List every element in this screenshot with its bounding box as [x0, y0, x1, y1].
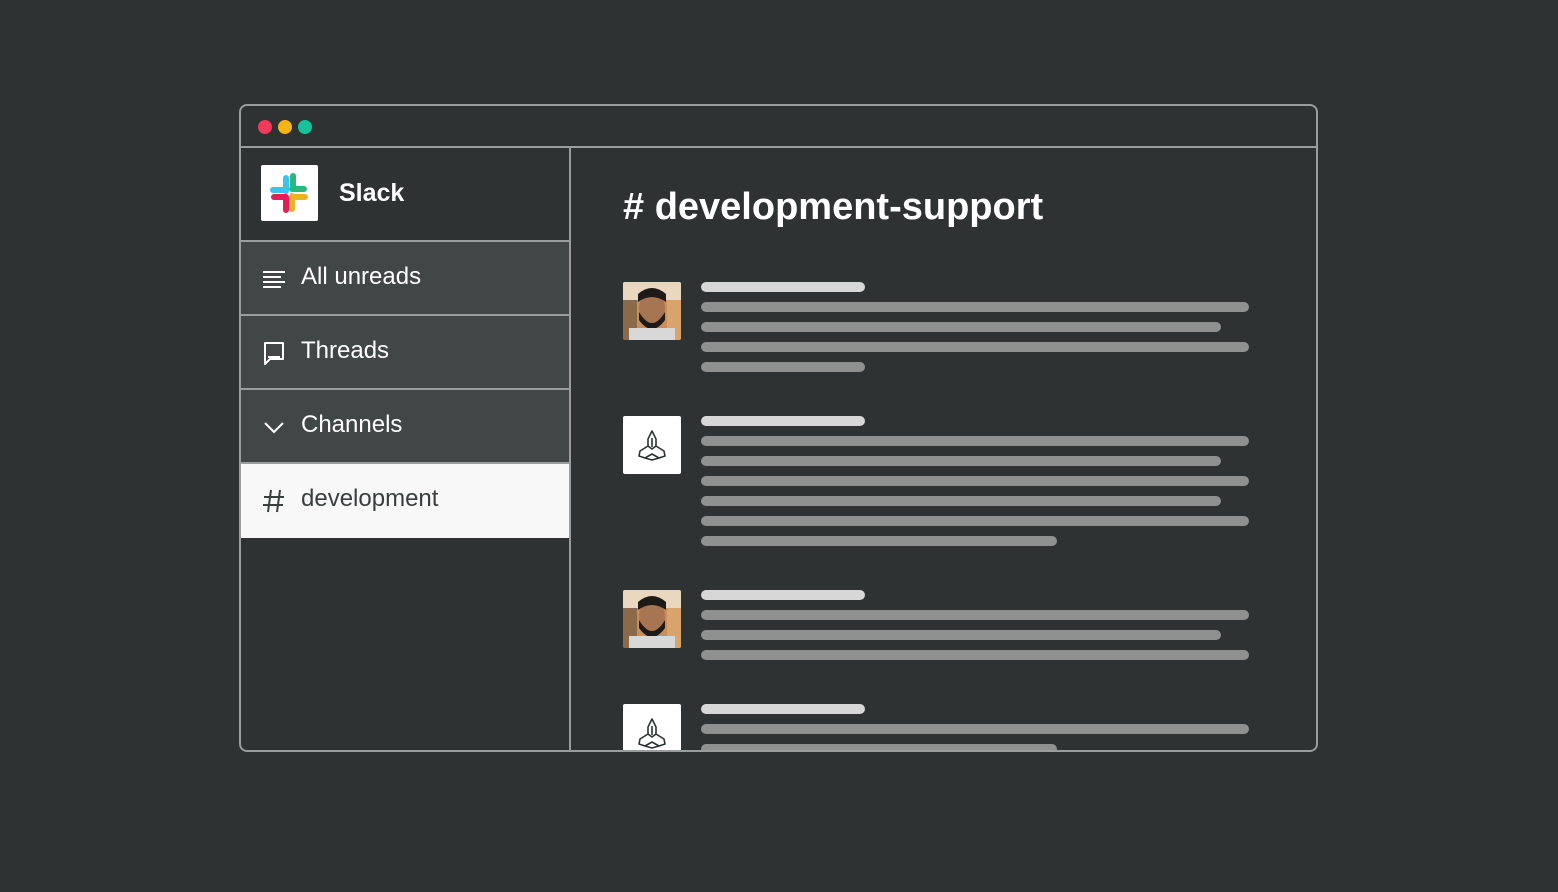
workspace-header[interactable]: Slack	[241, 148, 569, 242]
message-content-placeholder	[701, 590, 1249, 670]
close-window-button[interactable]	[258, 120, 272, 134]
text-line-placeholder	[701, 362, 865, 372]
hash-icon	[261, 488, 287, 514]
message-content-placeholder	[701, 704, 1249, 750]
text-line-placeholder	[701, 536, 1057, 546]
sidebar-item-channels[interactable]: Channels	[241, 390, 569, 464]
text-line-placeholder	[701, 496, 1221, 506]
workspace-name: Slack	[339, 179, 405, 207]
sidebar-item-development[interactable]: development	[241, 464, 569, 538]
message-content-placeholder	[701, 282, 1249, 382]
person-avatar[interactable]	[623, 590, 681, 648]
text-line-placeholder	[701, 650, 1249, 660]
slack-logo-icon	[261, 165, 318, 221]
author-name-placeholder	[701, 416, 865, 426]
message-content-placeholder	[701, 416, 1249, 556]
zoom-window-button[interactable]	[298, 120, 312, 134]
text-line-placeholder	[701, 610, 1249, 620]
text-line-placeholder	[701, 436, 1249, 446]
sidebar: Slack All unreads Threads Channels devel…	[241, 148, 571, 750]
text-line-placeholder	[701, 476, 1249, 486]
text-line-placeholder	[701, 322, 1221, 332]
minimize-window-button[interactable]	[278, 120, 292, 134]
bot-logo-icon[interactable]	[623, 416, 681, 474]
sidebar-item-label: Channels	[301, 411, 403, 438]
sidebar-item-label: All unreads	[301, 263, 422, 290]
chevron-down-icon	[261, 414, 287, 440]
channel-view: # development-support	[571, 148, 1316, 750]
text-line-placeholder	[701, 342, 1249, 352]
text-line-placeholder	[701, 744, 1057, 750]
text-line-placeholder	[701, 302, 1249, 312]
app-window: Slack All unreads Threads Channels devel…	[239, 104, 1318, 752]
sidebar-item-label: Threads	[301, 337, 390, 364]
sidebar-item-all-unreads[interactable]: All unreads	[241, 242, 569, 316]
text-line-placeholder	[701, 724, 1249, 734]
title-bar	[241, 106, 1316, 148]
thread-bubble-icon	[261, 340, 287, 366]
list-lines-icon	[261, 266, 287, 292]
channel-title: # development-support	[623, 186, 1044, 228]
author-name-placeholder	[701, 282, 865, 292]
person-avatar[interactable]	[623, 282, 681, 340]
author-name-placeholder	[701, 590, 865, 600]
text-line-placeholder	[701, 630, 1221, 640]
sidebar-item-label: development	[301, 485, 439, 512]
bot-logo-icon[interactable]	[623, 704, 681, 750]
text-line-placeholder	[701, 516, 1249, 526]
sidebar-item-threads[interactable]: Threads	[241, 316, 569, 390]
author-name-placeholder	[701, 704, 865, 714]
text-line-placeholder	[701, 456, 1221, 466]
